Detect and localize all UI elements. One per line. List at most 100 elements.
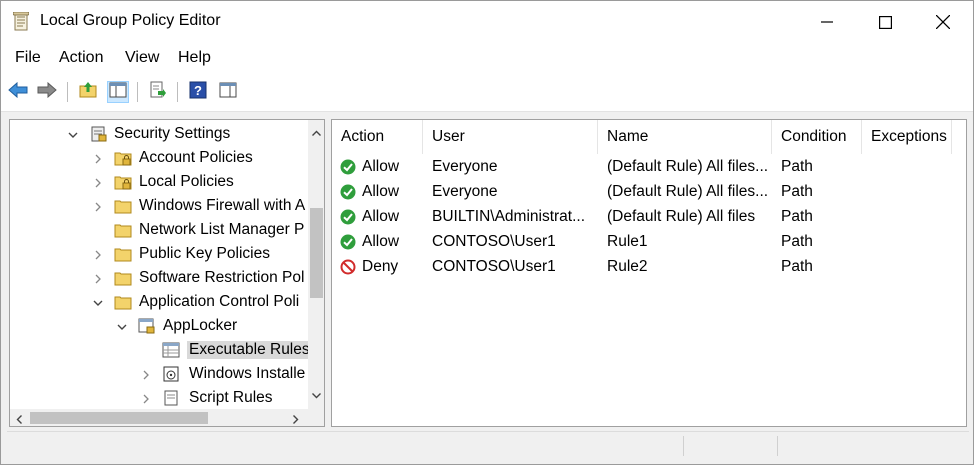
chevron-down-icon[interactable] <box>92 296 104 308</box>
allow-check-icon <box>340 184 356 200</box>
scroll-left-icon[interactable] <box>14 412 25 424</box>
cell-name: (Default Rule) All files <box>607 208 756 225</box>
tree-item-public-key-policies[interactable]: Public Key Policies <box>10 242 310 266</box>
cell-user: BUILTIN\Administrat... <box>432 208 586 225</box>
table-row[interactable]: Allow Everyone (Default Rule) All files.… <box>332 154 952 179</box>
tree-item-local-policies[interactable]: Local Policies <box>10 170 310 194</box>
scroll-up-icon[interactable] <box>311 126 322 137</box>
properties-pane-button[interactable] <box>217 81 239 103</box>
cell-action: Allow <box>362 183 400 200</box>
maximize-button[interactable] <box>856 1 914 43</box>
chevron-down-icon[interactable] <box>116 320 128 332</box>
chevron-right-icon[interactable] <box>92 152 104 164</box>
back-button[interactable] <box>7 81 29 103</box>
cell-user: CONTOSO\User1 <box>432 258 556 275</box>
cell-action: Allow <box>362 233 400 250</box>
maximize-icon <box>878 15 892 29</box>
tree-item-software-restriction[interactable]: Software Restriction Pol <box>10 266 310 290</box>
back-arrow-icon <box>8 81 28 103</box>
help-button[interactable]: ? <box>187 81 209 103</box>
column-header-user[interactable]: User <box>423 120 598 154</box>
chevron-down-icon[interactable] <box>67 128 79 140</box>
column-header-action[interactable]: Action <box>332 120 423 154</box>
applocker-icon <box>138 317 156 335</box>
scroll-down-icon[interactable] <box>311 388 322 399</box>
close-button[interactable] <box>914 1 972 43</box>
tree-item-label: Windows Firewall with A <box>139 197 306 214</box>
tree-item-account-policies[interactable]: Account Policies <box>10 146 310 170</box>
toolbar-separator <box>67 82 68 102</box>
chevron-right-icon[interactable] <box>92 200 104 212</box>
column-header-exceptions[interactable]: Exceptions <box>862 120 952 154</box>
cell-action: Allow <box>362 208 400 225</box>
up-folder-icon <box>79 81 97 104</box>
chevron-right-icon[interactable] <box>140 392 152 404</box>
console-tree[interactable]: Security Settings Account Policies Local… <box>9 119 325 427</box>
tree-item-applocker[interactable]: AppLocker <box>10 314 310 338</box>
chevron-right-icon[interactable] <box>140 368 152 380</box>
minimize-button[interactable] <box>798 1 856 43</box>
tree-item-script-rules[interactable]: Script Rules <box>10 386 310 410</box>
cell-user: Everyone <box>432 183 498 200</box>
chevron-right-icon[interactable] <box>92 248 104 260</box>
toolbar-separator <box>137 82 138 102</box>
tree-item-network-list-manager[interactable]: Network List Manager P <box>10 218 310 242</box>
rules-table-icon <box>162 341 180 359</box>
tree-item-security-settings[interactable]: Security Settings <box>10 122 310 146</box>
table-row[interactable]: Allow BUILTIN\Administrat... (Default Ru… <box>332 204 952 229</box>
security-settings-icon <box>90 125 108 143</box>
installer-icon <box>162 365 180 383</box>
horizontal-scroll-thumb[interactable] <box>30 412 208 424</box>
cell-user: Everyone <box>432 158 498 175</box>
table-row[interactable]: Allow Everyone (Default Rule) All files.… <box>332 179 952 204</box>
folder-icon <box>114 245 132 263</box>
minimize-icon <box>821 16 833 28</box>
column-header-name[interactable]: Name <box>598 120 772 154</box>
toolbar-separator <box>177 82 178 102</box>
folder-icon <box>114 197 132 215</box>
menu-action[interactable]: Action <box>59 49 103 67</box>
tree-item-label: Local Policies <box>139 173 234 190</box>
allow-check-icon <box>340 234 356 250</box>
cell-action: Deny <box>362 258 399 275</box>
chevron-right-icon[interactable] <box>92 176 104 188</box>
tree-item-executable-rules[interactable]: Executable Rules <box>10 338 312 362</box>
forward-arrow-icon <box>37 81 57 103</box>
menu-help[interactable]: Help <box>178 49 211 67</box>
tree-item-label: Security Settings <box>114 125 231 142</box>
vertical-scroll-thumb[interactable] <box>310 208 323 298</box>
window-title: Local Group Policy Editor <box>40 12 221 29</box>
scroll-right-icon[interactable] <box>290 412 301 424</box>
rules-list-view[interactable]: Action User Name Condition Exceptions Al… <box>331 119 967 427</box>
policy-scroll-icon <box>12 11 30 32</box>
show-hide-tree-icon <box>109 82 127 103</box>
up-one-level-button[interactable] <box>77 81 99 103</box>
tree-item-windows-installer-rules[interactable]: Windows Installe <box>10 362 310 386</box>
status-segment <box>777 436 778 456</box>
cell-action: Allow <box>362 158 400 175</box>
menu-file[interactable]: File <box>15 49 41 67</box>
table-row[interactable]: Deny CONTOSO\User1 Rule2 Path <box>332 254 952 279</box>
show-hide-tree-button[interactable] <box>107 81 129 103</box>
export-list-button[interactable] <box>147 81 169 103</box>
tree-item-label: Script Rules <box>189 389 273 406</box>
deny-circle-icon <box>340 259 356 275</box>
title-bar[interactable]: Local Group Policy Editor <box>1 1 973 43</box>
tree-horizontal-scrollbar[interactable] <box>10 409 324 426</box>
menu-view[interactable]: View <box>125 49 159 67</box>
chevron-right-icon[interactable] <box>92 272 104 284</box>
forward-button[interactable] <box>36 81 58 103</box>
tree-item-label: Network List Manager P <box>139 221 305 238</box>
column-header-condition[interactable]: Condition <box>772 120 862 154</box>
cell-name: (Default Rule) All files... <box>607 183 769 200</box>
script-icon <box>162 389 180 407</box>
table-row[interactable]: Allow CONTOSO\User1 Rule1 Path <box>332 229 952 254</box>
export-list-icon <box>149 81 167 104</box>
tree-item-label: AppLocker <box>163 317 238 334</box>
tree-item-label: Software Restriction Pol <box>139 269 305 286</box>
tree-item-windows-firewall[interactable]: Windows Firewall with A <box>10 194 310 218</box>
svg-text:?: ? <box>194 83 202 98</box>
tree-item-application-control[interactable]: Application Control Poli <box>10 290 310 314</box>
tree-vertical-scrollbar[interactable] <box>308 120 324 409</box>
folder-icon <box>114 293 132 311</box>
